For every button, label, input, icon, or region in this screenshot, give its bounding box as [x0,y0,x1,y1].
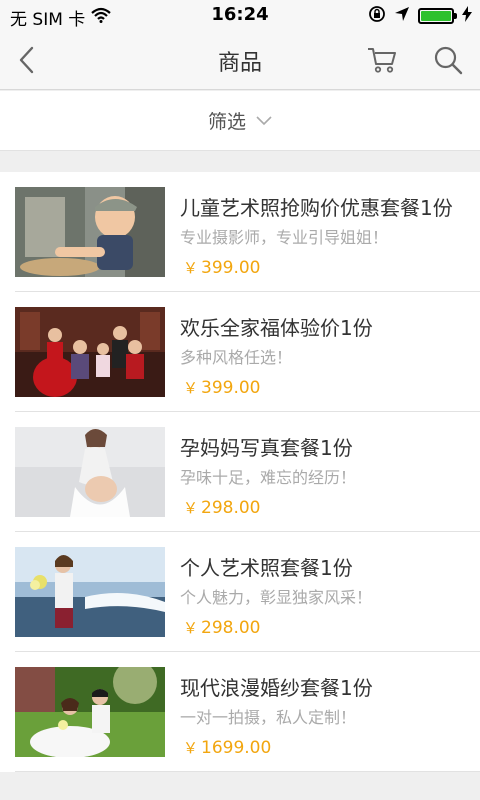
status-right [368,5,472,27]
product-desc: 孕味十足，难忘的经历！ [180,468,357,487]
battery-icon [418,8,457,24]
product-price: ￥ 298.00 [183,617,261,638]
product-price: ￥ 399.00 [183,257,261,278]
search-button[interactable] [428,40,468,80]
product-list: 儿童艺术照抢购价优惠套餐1份 专业摄影师，专业引导姐姐！ ￥ 399.00 欢乐… [0,172,480,772]
location-icon [394,6,410,26]
product-item-child-portrait[interactable]: 儿童艺术照抢购价优惠套餐1份 专业摄影师，专业引导姐姐！ ￥ 399.00 [0,172,480,292]
status-bar: 无 SIM 卡 16:24 [0,0,480,30]
product-name: 个人艺术照套餐1份 [180,556,353,580]
filter-label: 筛选 [207,111,246,133]
currency-symbol: ￥ [183,619,199,637]
price-value: 1699.00 [201,738,272,758]
product-image [15,547,165,637]
product-item-wedding-portrait[interactable]: 现代浪漫婚纱套餐1份 一对一拍摄，私人定制！ ￥ 1699.00 [0,652,480,772]
product-image [15,307,165,397]
product-desc: 个人魅力，彰显独家风采！ [180,588,373,607]
product-desc: 多种风格任选！ [180,348,293,367]
product-image [15,427,165,517]
price-value: 399.00 [201,378,261,398]
currency-symbol: ￥ [183,739,199,757]
nav-bar: 商品 [0,30,480,90]
filter-button[interactable]: 筛选 [0,91,480,151]
product-price: ￥ 399.00 [183,377,261,398]
currency-symbol: ￥ [183,259,199,277]
product-name: 儿童艺术照抢购价优惠套餐1份 [180,196,453,220]
cart-button[interactable] [362,40,402,80]
divider [15,771,480,772]
price-value: 399.00 [201,258,261,278]
chevron-down-icon [256,115,272,125]
battery-fill [421,11,451,21]
product-item-maternity-portrait[interactable]: 孕妈妈写真套餐1份 孕味十足，难忘的经历！ ￥ 298.00 [0,412,480,532]
price-value: 298.00 [201,498,261,518]
currency-symbol: ￥ [183,379,199,397]
search-icon [434,46,463,75]
rotation-lock-icon [368,5,386,27]
product-image [15,667,165,757]
product-price: ￥ 1699.00 [183,737,271,758]
page-title: 商品 [217,51,262,76]
cart-icon [368,48,396,73]
product-item-family-portrait[interactable]: 欢乐全家福体验价1份 多种风格任选！ ￥ 399.00 [0,292,480,412]
product-name: 欢乐全家福体验价1份 [180,316,373,340]
price-value: 298.00 [201,618,261,638]
product-price: ￥ 298.00 [183,497,261,518]
charging-icon [462,6,472,26]
product-image [15,187,165,277]
product-desc: 专业摄影师，专业引导姐姐！ [180,228,389,247]
product-desc: 一对一拍摄，私人定制！ [180,708,357,727]
product-item-personal-portrait[interactable]: 个人艺术照套餐1份 个人魅力，彰显独家风采！ ￥ 298.00 [0,532,480,652]
product-name: 现代浪漫婚纱套餐1份 [180,676,373,700]
currency-symbol: ￥ [183,499,199,517]
product-name: 孕妈妈写真套餐1份 [180,436,353,460]
